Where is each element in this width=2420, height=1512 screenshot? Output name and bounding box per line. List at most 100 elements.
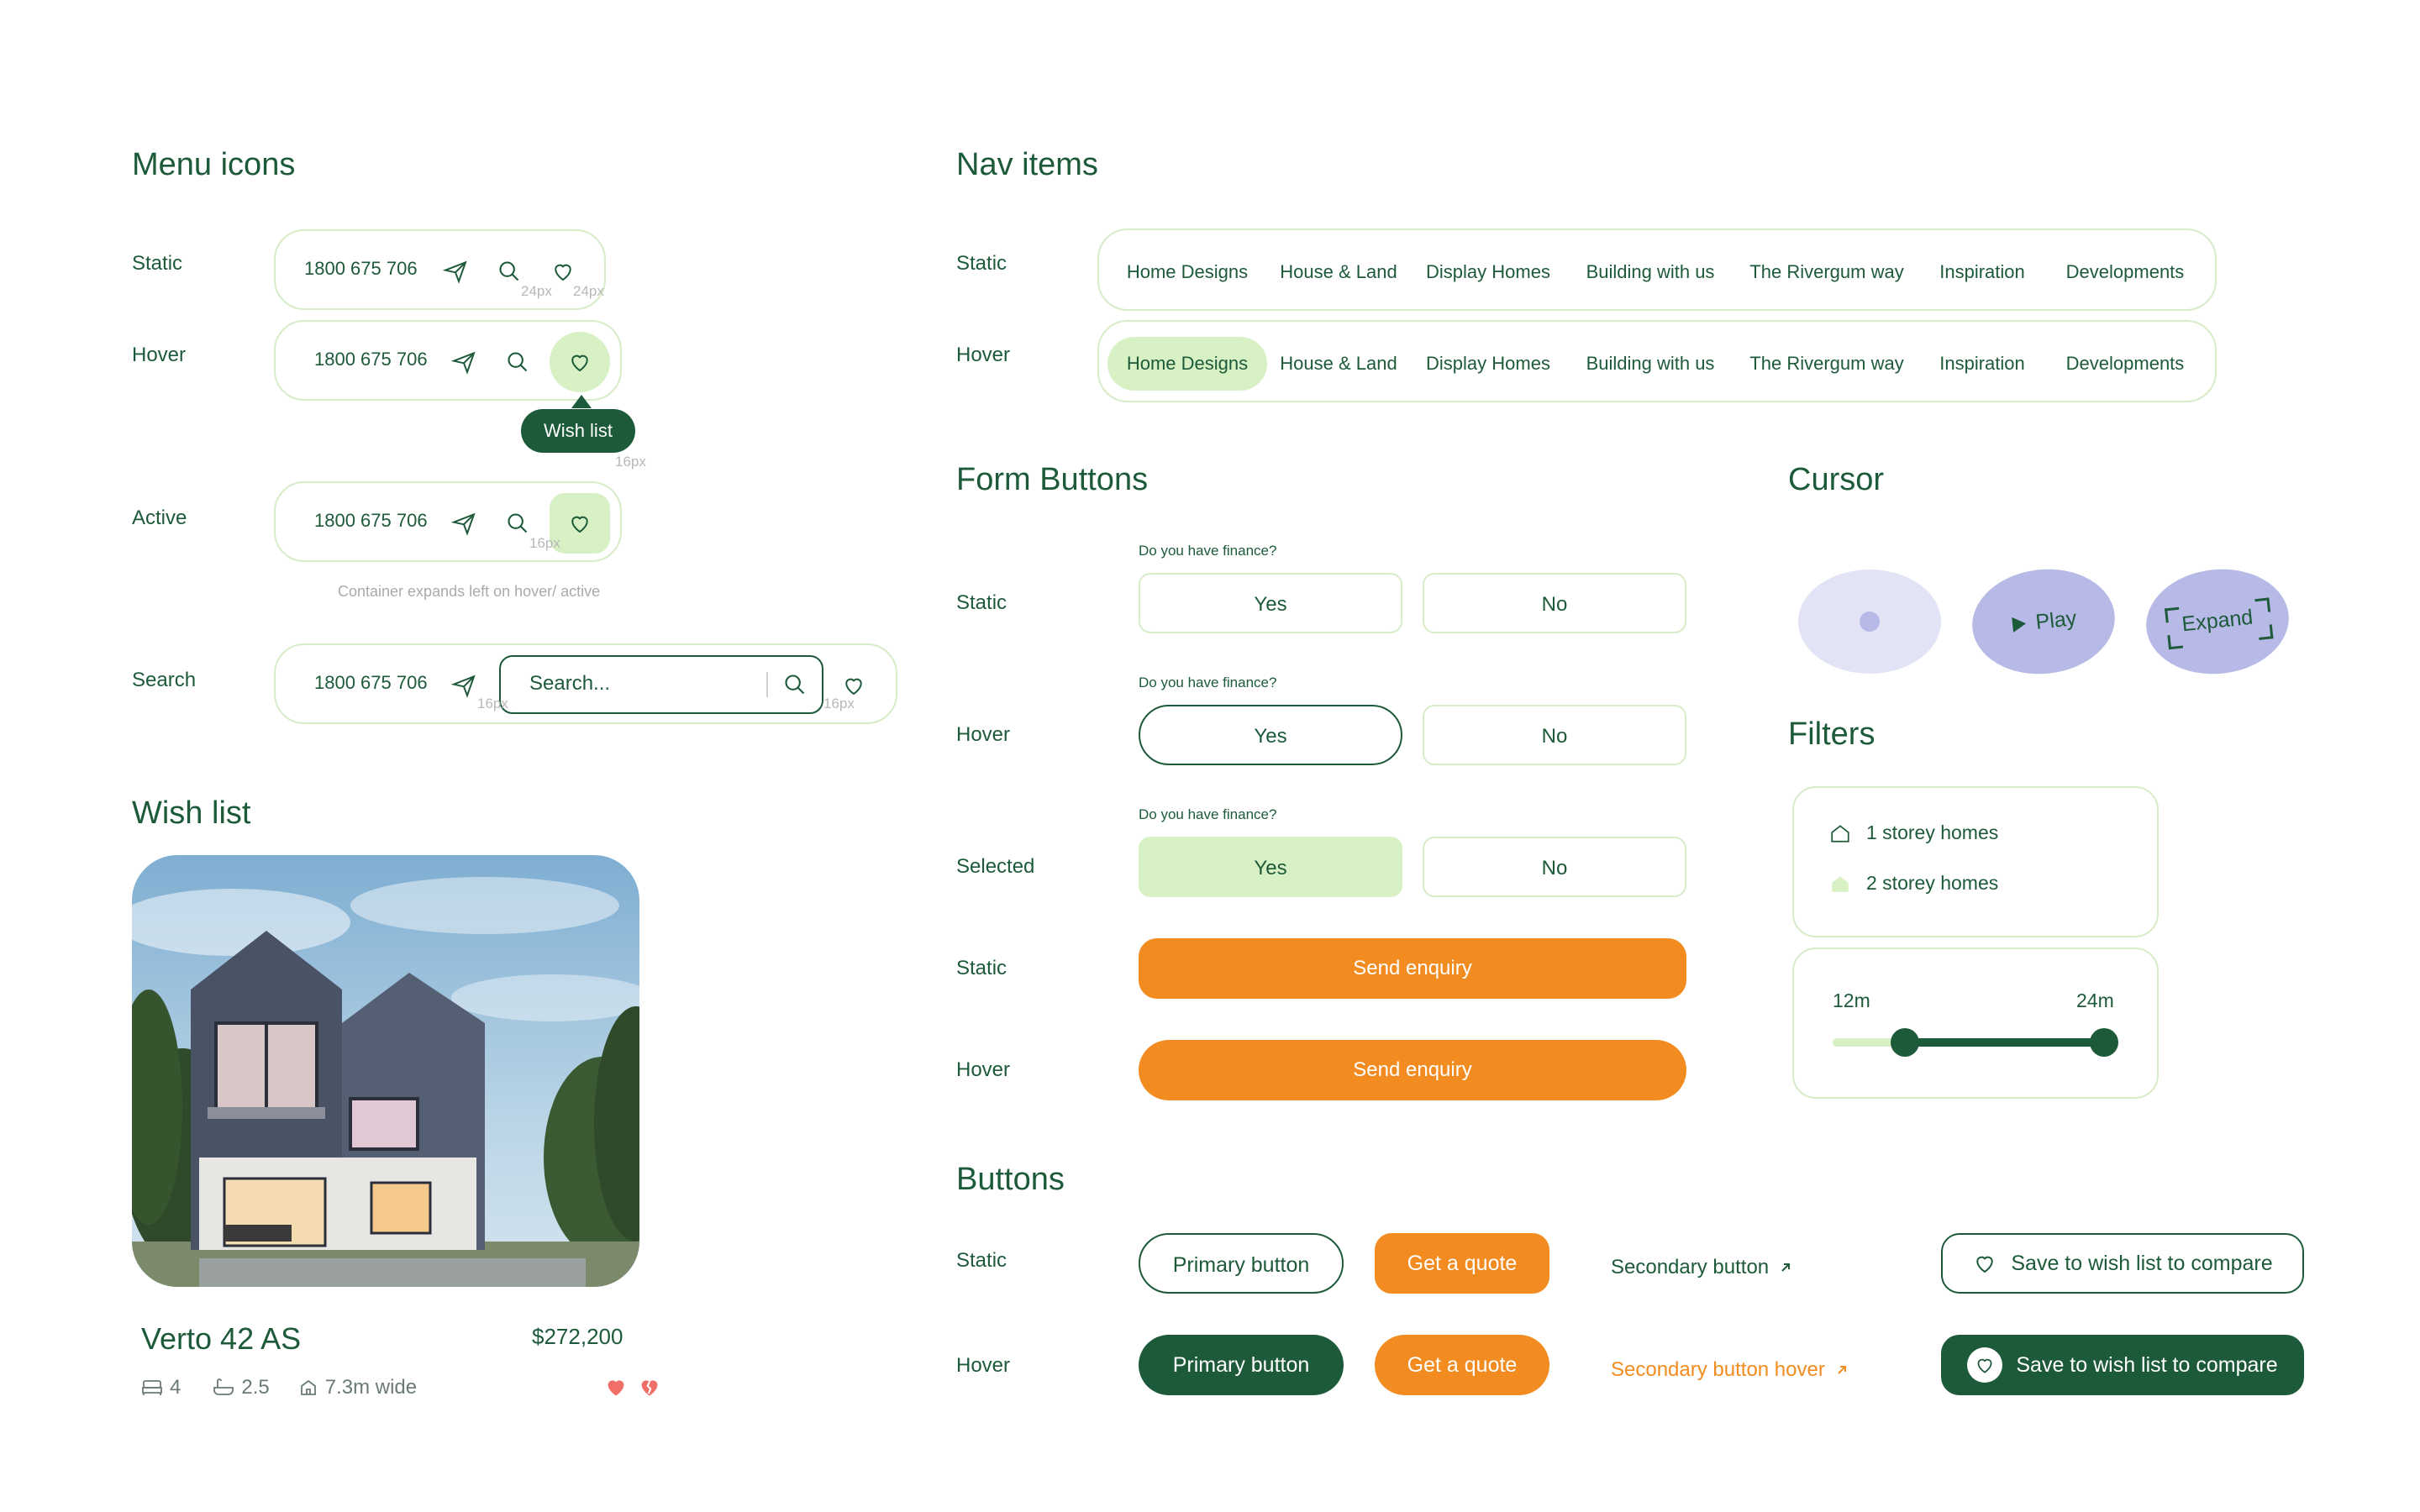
nav-items-title: Nav items bbox=[956, 147, 1098, 182]
secondary-button[interactable]: Secondary button bbox=[1611, 1256, 1792, 1279]
arrow-up-right-icon bbox=[1835, 1363, 1849, 1377]
house-outline-icon bbox=[1829, 822, 1851, 844]
heart-filled-icon[interactable] bbox=[603, 1374, 629, 1399]
nav-item-inspiration[interactable]: Inspiration bbox=[1919, 245, 2045, 299]
arrow-up-right-icon bbox=[1779, 1261, 1792, 1274]
no-option[interactable]: No bbox=[1423, 705, 1686, 765]
heart-icon[interactable] bbox=[548, 256, 578, 286]
save-wishlist-button[interactable]: Save to wish list to compare bbox=[1941, 1233, 2304, 1294]
beds-count: 4 bbox=[170, 1376, 182, 1399]
nav-item-building-with-us[interactable]: Building with us bbox=[1566, 245, 1734, 299]
send-static-label: Static bbox=[956, 957, 1007, 979]
form-buttons-title: Form Buttons bbox=[956, 462, 1149, 497]
menu-container-static: 1800 675 706 24px 24px bbox=[274, 229, 606, 310]
primary-button[interactable]: Primary button bbox=[1139, 1335, 1344, 1395]
nav-item-developments[interactable]: Developments bbox=[2045, 337, 2205, 391]
buttons-static-label: Static bbox=[956, 1249, 1007, 1272]
house-features: 4 2.5 7.3m wide bbox=[141, 1374, 417, 1401]
filter-option-1-storey[interactable]: 1 storey homes bbox=[1829, 822, 1998, 844]
send-icon[interactable] bbox=[449, 508, 479, 538]
spacing-label: 16px bbox=[615, 454, 646, 470]
house-name[interactable]: Verto 42 AS bbox=[141, 1321, 301, 1357]
range-slider-track[interactable] bbox=[1833, 1028, 2119, 1057]
nav-item-inspiration[interactable]: Inspiration bbox=[1919, 337, 2045, 391]
nav-bar-hover: Home Designs House & Land Display Homes … bbox=[1097, 320, 2217, 402]
form-static-label: Static bbox=[956, 591, 1007, 614]
no-option[interactable]: No bbox=[1423, 573, 1686, 633]
menu-static-label: Static bbox=[132, 252, 183, 275]
house-photo[interactable] bbox=[132, 855, 639, 1287]
yes-option[interactable]: Yes bbox=[1139, 837, 1402, 897]
secondary-button-label: Secondary button hover bbox=[1611, 1358, 1825, 1381]
nav-item-home-designs[interactable]: Home Designs bbox=[1107, 337, 1267, 391]
cursor-dot bbox=[1860, 612, 1880, 632]
search-divider bbox=[766, 672, 768, 697]
cursor-title: Cursor bbox=[1788, 462, 1885, 497]
save-wishlist-button[interactable]: Save to wish list to compare bbox=[1941, 1335, 2304, 1395]
bath-icon bbox=[213, 1378, 234, 1398]
filters-title: Filters bbox=[1788, 717, 1876, 752]
yes-option[interactable]: Yes bbox=[1139, 705, 1402, 765]
menu-active-label: Active bbox=[132, 507, 187, 529]
nav-item-house-land[interactable]: House & Land bbox=[1267, 337, 1410, 391]
nav-item-rivergum-way[interactable]: The Rivergum way bbox=[1734, 245, 1919, 299]
nav-item-house-land[interactable]: House & Land bbox=[1267, 245, 1410, 299]
heart-broken-icon[interactable] bbox=[637, 1374, 662, 1399]
nav-item-building-with-us[interactable]: Building with us bbox=[1566, 337, 1734, 391]
form-hover-label: Hover bbox=[956, 723, 1011, 746]
yes-option[interactable]: Yes bbox=[1139, 573, 1402, 633]
primary-button[interactable]: Primary button bbox=[1139, 1233, 1344, 1294]
spacing-label: 16px bbox=[823, 696, 855, 711]
spacing-label: 16px bbox=[477, 696, 508, 711]
nav-item-display-homes[interactable]: Display Homes bbox=[1410, 337, 1566, 391]
send-icon[interactable] bbox=[449, 347, 479, 377]
finance-question: Do you have finance? bbox=[1139, 543, 1277, 559]
send-hover-label: Hover bbox=[956, 1058, 1011, 1081]
phone-number[interactable]: 1800 675 706 bbox=[314, 672, 428, 694]
width-filter-card: 12m 24m bbox=[1792, 948, 2159, 1099]
phone-number[interactable]: 1800 675 706 bbox=[304, 258, 418, 280]
send-enquiry-button[interactable]: Send enquiry bbox=[1139, 1040, 1686, 1100]
nav-static-label: Static bbox=[956, 252, 1007, 275]
search-input[interactable]: Search... bbox=[499, 655, 823, 714]
buttons-title: Buttons bbox=[956, 1162, 1065, 1197]
search-icon[interactable] bbox=[494, 256, 524, 286]
nav-item-display-homes[interactable]: Display Homes bbox=[1410, 245, 1566, 299]
menu-search-label: Search bbox=[132, 669, 197, 691]
phone-number[interactable]: 1800 675 706 bbox=[314, 349, 428, 370]
filter-label: 1 storey homes bbox=[1866, 822, 1999, 843]
cursor-default bbox=[1798, 570, 1941, 674]
send-icon[interactable] bbox=[449, 670, 479, 701]
cursor-play: Play bbox=[1966, 562, 2121, 681]
nav-bar-static: Home Designs House & Land Display Homes … bbox=[1097, 228, 2217, 311]
heart-icon bbox=[1967, 1347, 2003, 1383]
menu-container-active: 1800 675 706 16px bbox=[274, 481, 622, 562]
search-icon[interactable] bbox=[502, 508, 533, 538]
nav-item-home-designs[interactable]: Home Designs bbox=[1107, 245, 1267, 299]
cursor-play-label: Play bbox=[2034, 606, 2078, 634]
phone-number[interactable]: 1800 675 706 bbox=[314, 510, 428, 532]
filter-option-2-storey[interactable]: 2 storey homes bbox=[1829, 872, 1998, 895]
send-enquiry-button[interactable]: Send enquiry bbox=[1139, 938, 1686, 999]
range-handle-max[interactable] bbox=[2090, 1028, 2119, 1057]
range-handle-min[interactable] bbox=[1890, 1028, 1919, 1057]
menu-container-hover: 1800 675 706 bbox=[274, 320, 622, 401]
menu-hover-label: Hover bbox=[132, 344, 187, 366]
form-selected-label: Selected bbox=[956, 855, 1035, 878]
storey-filter-card: 1 storey homes 2 storey homes bbox=[1792, 786, 2159, 937]
spacing-label: 16px bbox=[529, 535, 560, 551]
send-icon[interactable] bbox=[440, 256, 471, 286]
nav-item-developments[interactable]: Developments bbox=[2045, 245, 2205, 299]
nav-item-rivergum-way[interactable]: The Rivergum way bbox=[1734, 337, 1919, 391]
get-quote-button[interactable]: Get a quote bbox=[1375, 1335, 1549, 1395]
heart-icon bbox=[1972, 1251, 1997, 1276]
container-note: Container expands left on hover/ active bbox=[338, 583, 601, 600]
search-icon[interactable] bbox=[502, 347, 533, 377]
baths-count: 2.5 bbox=[241, 1376, 270, 1399]
heart-icon[interactable] bbox=[550, 332, 610, 392]
get-quote-button[interactable]: Get a quote bbox=[1375, 1233, 1549, 1294]
secondary-button-hover[interactable]: Secondary button hover bbox=[1611, 1358, 1849, 1382]
house-width: 7.3m wide bbox=[324, 1376, 418, 1399]
search-icon[interactable] bbox=[780, 669, 810, 700]
no-option[interactable]: No bbox=[1423, 837, 1686, 897]
